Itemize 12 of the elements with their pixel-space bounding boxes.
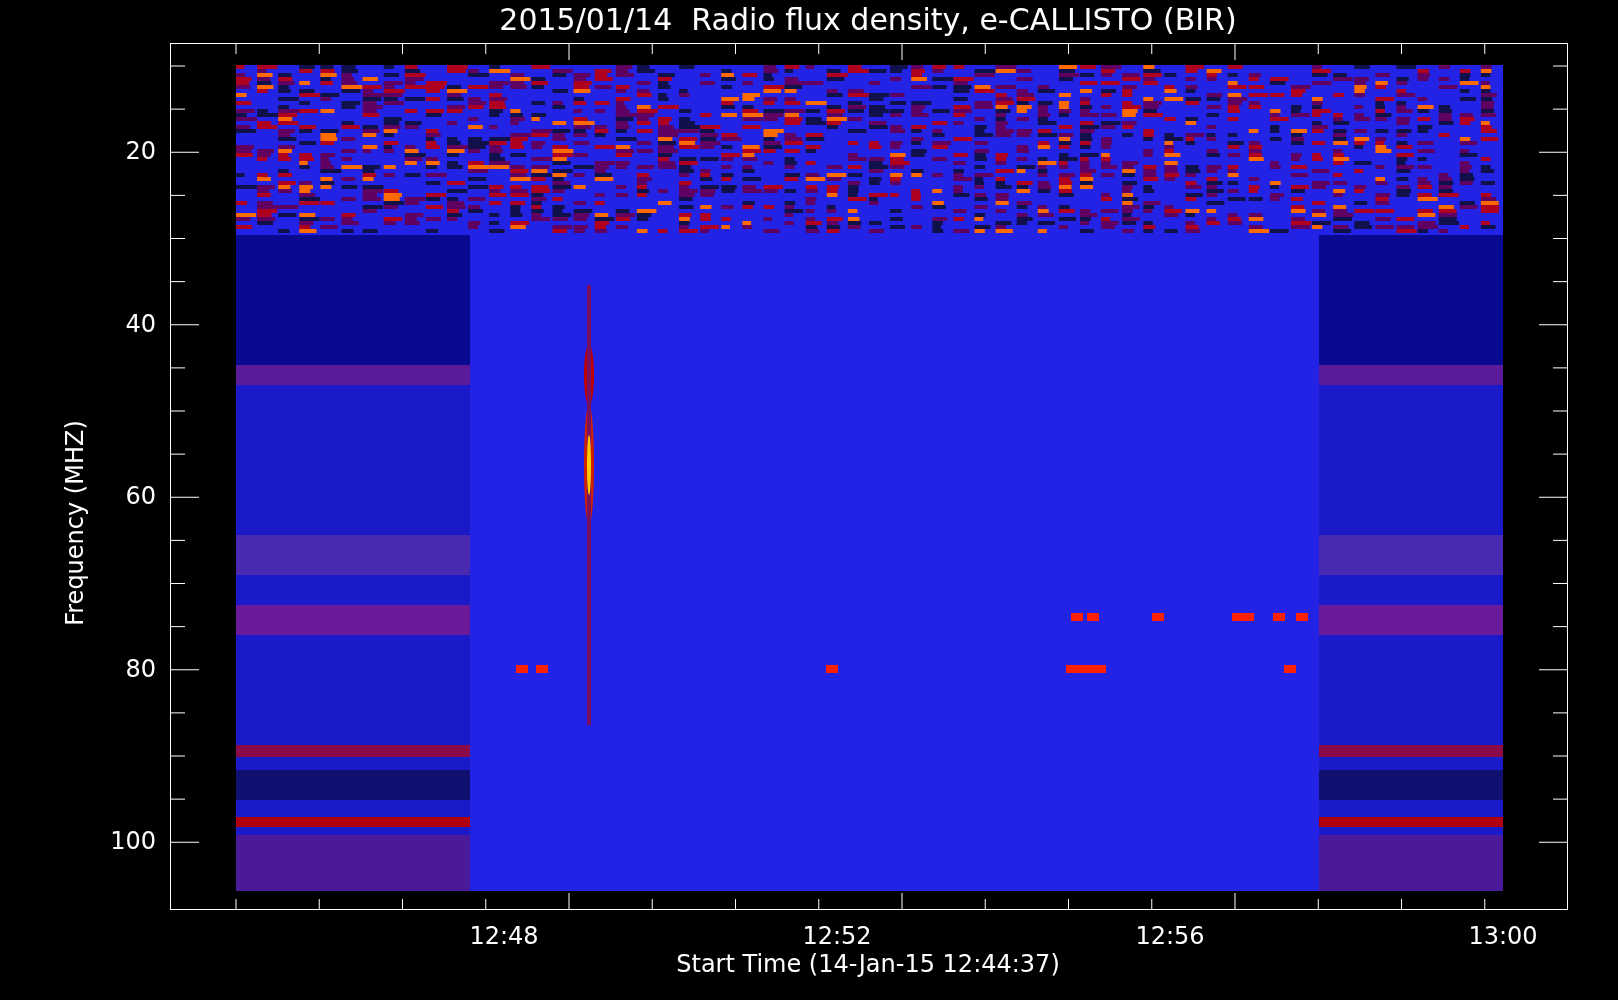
x-tick-label: 12:56 [1135, 922, 1205, 950]
x-tick-label: 12:48 [469, 922, 539, 950]
x-tick-label: 12:52 [802, 922, 872, 950]
plot-title: 2015/01/14 Radio flux density, e-CALLISTO (BIR) [499, 1, 1237, 39]
y-tick-label: 60 [125, 482, 156, 510]
x-axis-label: Start Time (14-Jan-15 12:44:37) [676, 950, 1060, 978]
y-tick-label: 40 [125, 309, 156, 338]
y-tick-label: 100 [110, 827, 156, 855]
x-tick-label: 13:00 [1468, 922, 1538, 950]
y-tick-label: 80 [125, 654, 156, 683]
y-axis-label: Frequency (MHZ) [60, 420, 90, 626]
y-tick-label: 20 [125, 137, 156, 165]
